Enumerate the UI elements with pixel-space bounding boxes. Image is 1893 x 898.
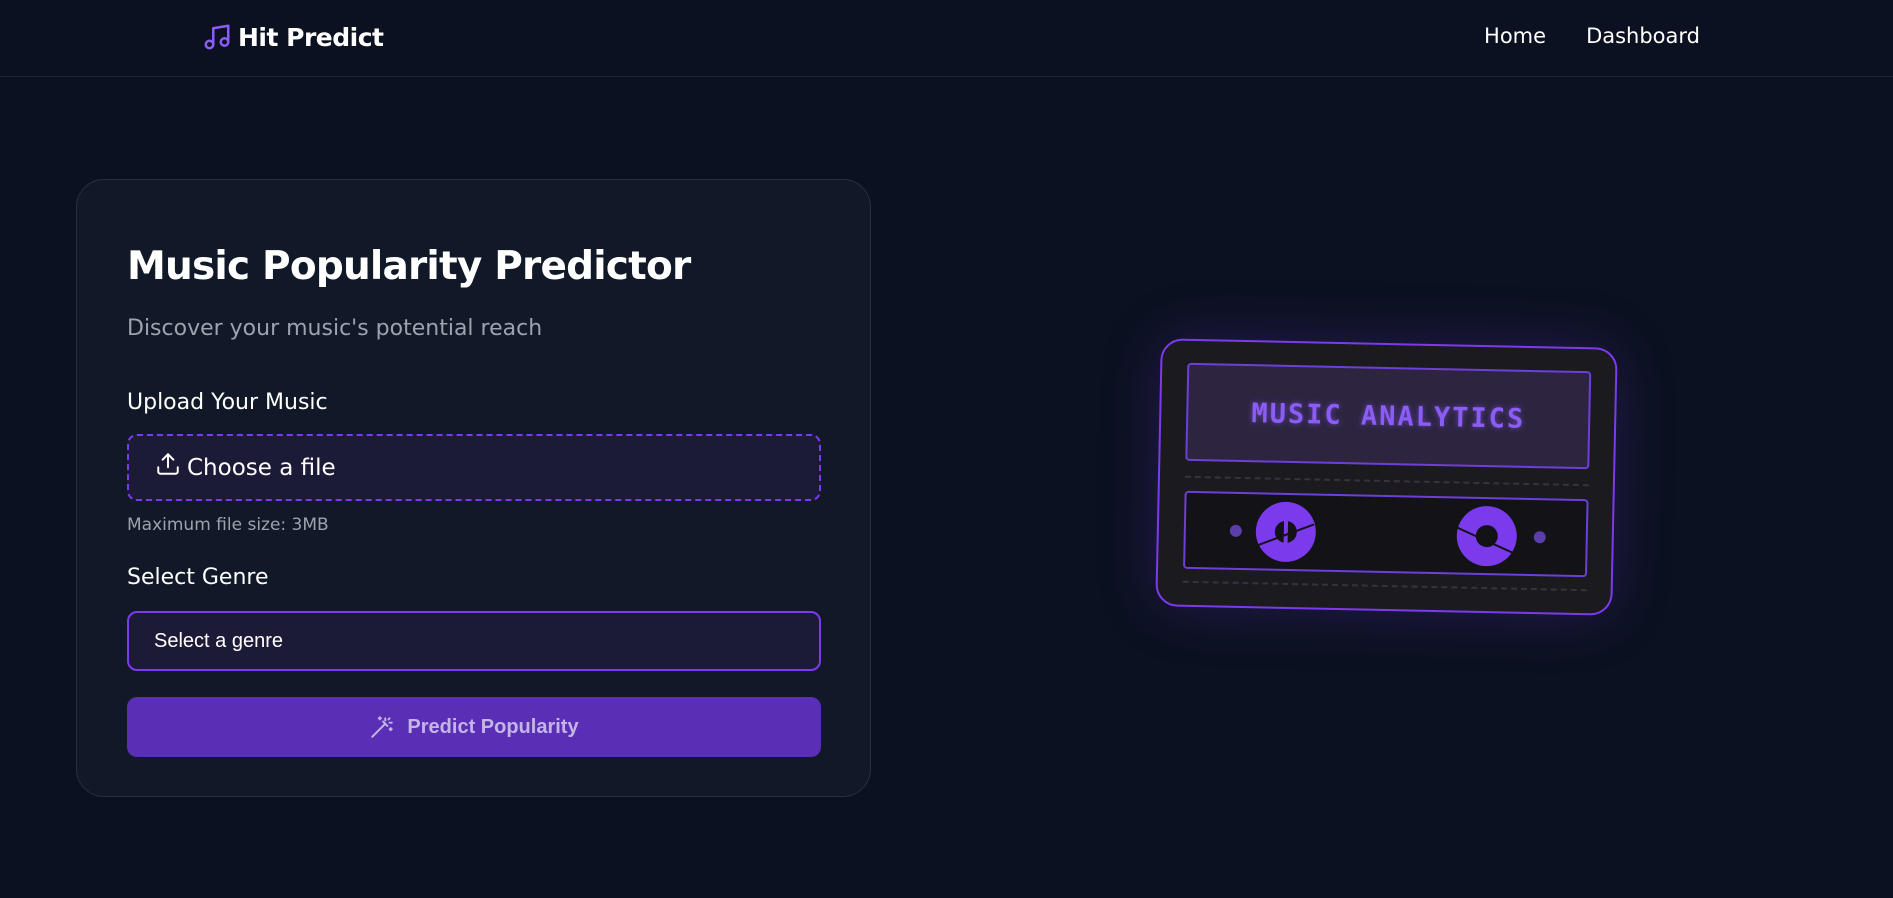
nav-link-home[interactable]: Home (1484, 24, 1546, 48)
upload-icon (157, 452, 179, 475)
device-screen: MUSIC ANALYTICS (1185, 362, 1592, 470)
indicator-dot (1533, 531, 1546, 544)
nav-links: Home Dashboard (1484, 24, 1700, 48)
genre-label: Select Genre (127, 565, 269, 590)
predictor-card: Music Popularity Predictor Discover your… (76, 179, 871, 797)
indicator-dot (1229, 524, 1242, 537)
brand-logo[interactable]: Hit Predict (202, 20, 384, 54)
reel-panel (1183, 490, 1589, 578)
navbar: Hit Predict Home Dashboard (0, 0, 1893, 77)
file-upload-button[interactable]: Choose a file (127, 434, 821, 501)
left-reel-icon (1255, 501, 1316, 562)
predict-button[interactable]: Predict Popularity (127, 697, 821, 757)
page-title: Music Popularity Predictor (127, 244, 691, 289)
magic-wand-icon (371, 716, 394, 738)
file-size-hint: Maximum file size: 3MB (127, 515, 329, 535)
screen-text: MUSIC ANALYTICS (1251, 397, 1526, 435)
upload-label: Upload Your Music (127, 390, 328, 415)
divider-line (1182, 580, 1587, 592)
music-note-icon (204, 24, 230, 50)
genre-select[interactable]: Select a genre (127, 611, 821, 671)
cassette-device: MUSIC ANALYTICS (1155, 338, 1618, 616)
divider-line (1184, 475, 1589, 487)
predict-button-label: Predict Popularity (407, 715, 579, 738)
nav-link-dashboard[interactable]: Dashboard (1586, 24, 1700, 48)
music-analytics-illustration: MUSIC ANALYTICS (1155, 338, 1618, 616)
page-subtitle: Discover your music's potential reach (127, 316, 543, 341)
brand-name: Hit Predict (238, 22, 384, 52)
right-reel-icon (1456, 506, 1517, 567)
upload-button-label: Choose a file (187, 454, 336, 481)
